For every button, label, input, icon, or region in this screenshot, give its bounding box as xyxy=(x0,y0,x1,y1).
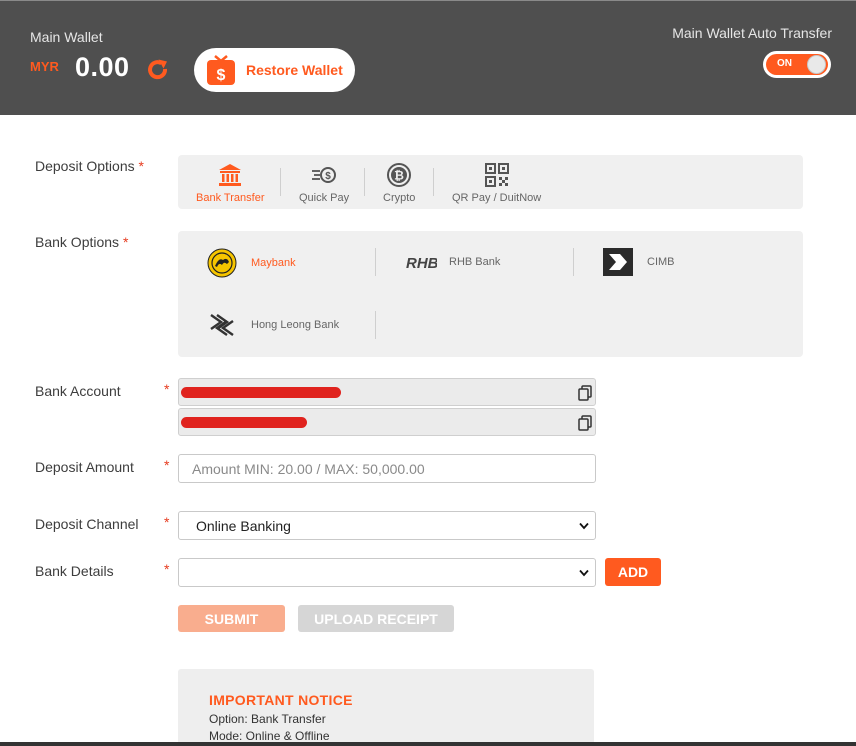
submit-button[interactable]: SUBMIT xyxy=(178,605,285,632)
deposit-channel-value: Online Banking xyxy=(196,518,291,534)
toggle-knob xyxy=(807,55,826,74)
divider xyxy=(573,248,574,276)
deposit-options-text: Deposit Options xyxy=(35,158,135,174)
required-mark: * xyxy=(164,514,170,530)
deposit-options-panel: Bank Transfer $ Quick Pay ₿ Crypto QR Pa… xyxy=(178,155,803,209)
restore-wallet-label: Restore Wallet xyxy=(246,62,343,78)
bank-option-rhb[interactable]: RHB RHB Bank xyxy=(405,251,500,273)
bank-option-label: Hong Leong Bank xyxy=(251,319,340,331)
copy-icon[interactable] xyxy=(578,385,592,401)
bank-account-name-field xyxy=(178,378,596,406)
toggle-state-label: ON xyxy=(777,58,792,69)
required-mark: * xyxy=(164,457,170,473)
required-mark: * xyxy=(138,158,144,174)
bank-details-label: Bank Details xyxy=(35,563,114,579)
bottom-bar xyxy=(0,742,856,746)
bitcoin-icon: ₿ xyxy=(387,163,412,187)
deposit-amount-label: Deposit Amount xyxy=(35,459,134,475)
maybank-logo xyxy=(207,248,237,278)
deposit-option-label: Quick Pay xyxy=(299,192,350,204)
wallet-header: Main Wallet MYR 0.00 $ Restore Wallet Ma… xyxy=(0,0,856,115)
restore-wallet-button[interactable]: $ Restore Wallet xyxy=(194,48,355,92)
required-mark: * xyxy=(164,381,170,397)
quick-pay-icon: $ xyxy=(312,167,337,183)
toggle-track: ON xyxy=(766,54,828,75)
hong-leong-logo xyxy=(210,314,234,336)
svg-text:$: $ xyxy=(217,67,226,84)
deposit-option-quick-pay[interactable]: $ Quick Pay xyxy=(299,162,349,204)
chevron-down-icon xyxy=(579,569,589,577)
bank-details-select[interactable] xyxy=(178,558,596,587)
deposit-option-label: Crypto xyxy=(383,192,416,204)
svg-text:$: $ xyxy=(325,171,331,182)
notice-option-line: Option: Bank Transfer xyxy=(209,712,326,726)
bank-option-hong-leong[interactable]: Hong Leong Bank xyxy=(207,311,339,339)
deposit-channel-label: Deposit Channel xyxy=(35,516,139,532)
notice-mode-line: Mode: Online & Offline xyxy=(209,729,330,743)
refresh-icon[interactable] xyxy=(146,58,170,82)
svg-text:₿: ₿ xyxy=(394,169,404,183)
bank-icon xyxy=(219,164,242,186)
divider xyxy=(280,168,281,196)
qr-code-icon xyxy=(484,163,509,187)
required-mark: * xyxy=(164,561,170,577)
bank-option-cimb[interactable]: CIMB xyxy=(603,248,675,276)
bank-option-label: CIMB xyxy=(647,256,675,268)
divider xyxy=(375,248,376,276)
bank-options-text: Bank Options xyxy=(35,234,120,250)
rhb-logo-text: RHB xyxy=(406,255,437,272)
deposit-options-label: Deposit Options * xyxy=(35,158,144,174)
rhb-logo: RHB xyxy=(406,255,437,272)
divider xyxy=(433,168,434,196)
deposit-option-bank-transfer[interactable]: Bank Transfer xyxy=(196,162,264,204)
cimb-logo xyxy=(603,248,633,276)
bank-account-label: Bank Account xyxy=(35,383,121,399)
redaction-scribble xyxy=(181,417,307,428)
currency-code: MYR xyxy=(30,59,59,74)
deposit-channel-select[interactable]: Online Banking xyxy=(178,511,596,540)
add-bank-details-button[interactable]: ADD xyxy=(605,558,661,586)
auto-transfer-label: Main Wallet Auto Transfer xyxy=(672,25,832,41)
auto-transfer-toggle[interactable]: ON xyxy=(763,51,831,78)
bank-account-number-field xyxy=(178,408,596,436)
wallet-balance: 0.00 xyxy=(75,52,130,82)
bank-option-maybank[interactable]: Maybank xyxy=(207,248,296,278)
divider xyxy=(364,168,365,196)
important-notice-panel: IMPORTANT NOTICE Option: Bank Transfer M… xyxy=(178,669,594,746)
divider xyxy=(375,311,376,339)
deposit-option-label: QR Pay / DuitNow xyxy=(452,192,542,204)
redaction-scribble xyxy=(181,387,341,398)
bank-options-label: Bank Options * xyxy=(35,234,128,250)
deposit-option-qr-pay[interactable]: QR Pay / DuitNow xyxy=(452,162,541,204)
upload-receipt-button[interactable]: UPLOAD RECEIPT xyxy=(298,605,454,632)
bank-option-label: Maybank xyxy=(251,257,296,269)
bank-options-panel: Maybank RHB RHB Bank CIMB Hong Leong Ban… xyxy=(178,231,803,357)
bank-option-label: RHB Bank xyxy=(449,256,501,268)
main-wallet-label: Main Wallet xyxy=(30,29,103,45)
copy-icon[interactable] xyxy=(578,415,592,431)
chevron-down-icon xyxy=(579,522,589,530)
wallet-dollar-icon: $ xyxy=(207,55,235,85)
deposit-option-crypto[interactable]: ₿ Crypto xyxy=(383,162,415,204)
required-mark: * xyxy=(122,234,129,250)
notice-title: IMPORTANT NOTICE xyxy=(209,692,353,708)
deposit-option-label: Bank Transfer xyxy=(196,192,265,204)
deposit-amount-input[interactable] xyxy=(178,454,596,483)
